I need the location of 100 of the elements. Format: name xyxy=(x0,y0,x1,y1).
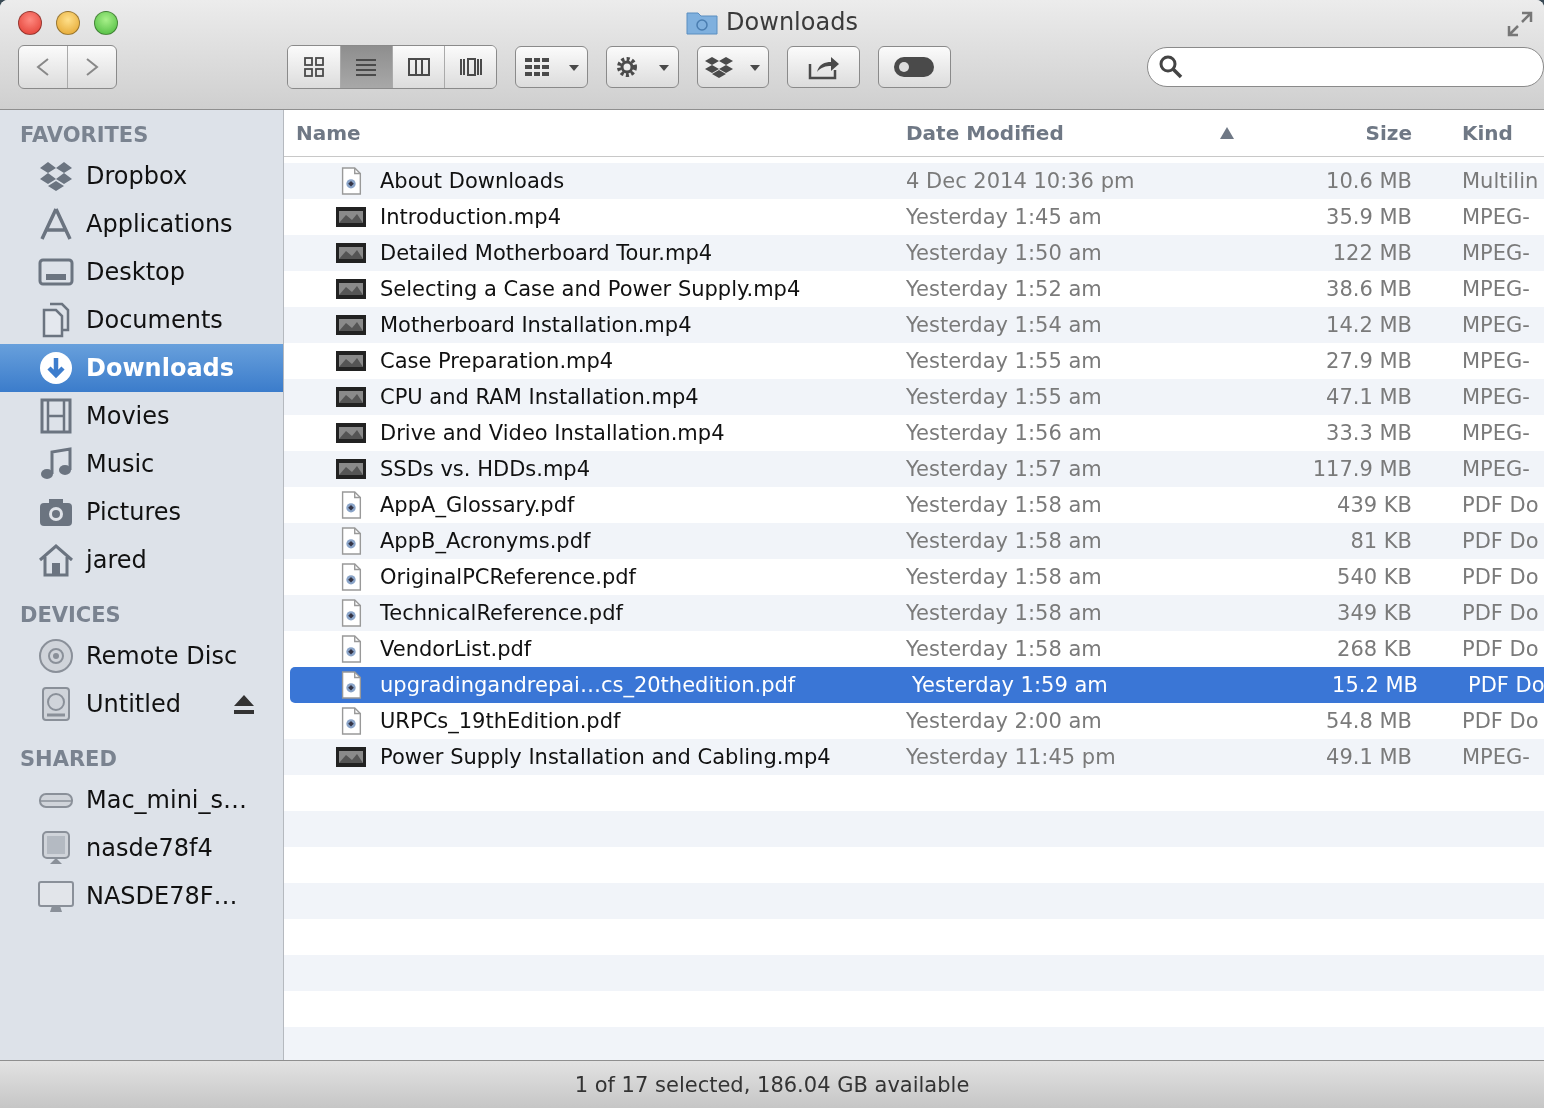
sidebar-item[interactable]: Pictures xyxy=(0,488,283,536)
file-name: AppA_Glossary.pdf xyxy=(380,493,575,517)
size-cell-text: 47.1 MB xyxy=(1325,385,1413,409)
date-cell-text: Yesterday 1:59 am xyxy=(911,673,1109,697)
kind-cell-text: MPEG- xyxy=(1461,349,1531,373)
cover-flow-icon xyxy=(459,56,482,78)
file-row[interactable]: Selecting a Case and Power Supply.mp4 Yesterday 1:52 am 38.6 MB MPEG- xyxy=(284,271,1544,307)
cover-flow-button[interactable] xyxy=(444,46,497,88)
fullscreen-icon[interactable] xyxy=(1506,10,1534,38)
size-cell-text: 117.9 MB xyxy=(1311,457,1413,481)
share-button[interactable] xyxy=(787,46,861,88)
action-button[interactable] xyxy=(605,46,679,88)
date-cell-text: Yesterday 1:45 am xyxy=(905,205,1103,229)
sidebar-heading: SHARED xyxy=(19,746,118,773)
minimize-button[interactable] xyxy=(56,11,80,35)
sidebar-item[interactable]: jared xyxy=(0,536,283,584)
file-name: Introduction.mp4 xyxy=(380,205,561,229)
column-header[interactable]: Size xyxy=(1245,110,1438,156)
file-name: About Downloads xyxy=(380,169,565,193)
file-row[interactable]: Detailed Motherboard Tour.mp4 Yesterday 1:50 am 122 MB MPEG- xyxy=(284,235,1544,271)
file-name: AppB_Acronyms.pdf xyxy=(380,529,591,553)
file-name: Selecting a Case and Power Supply.mp4 xyxy=(380,277,801,301)
sidebar-item[interactable]: Remote Disc xyxy=(0,632,283,680)
file-row[interactable]: Motherboard Installation.mp4 Yesterday 1:54 am 14.2 MB MPEG- xyxy=(284,307,1544,343)
share-icon xyxy=(806,54,841,80)
kind-cell-text: MPEG- xyxy=(1461,385,1531,409)
eject-icon[interactable] xyxy=(233,693,255,715)
sidebar-item[interactable]: Documents xyxy=(0,296,283,344)
sidebar-item[interactable]: Applications xyxy=(0,200,283,248)
date-cell-text: Yesterday 1:58 am xyxy=(905,565,1103,589)
file-name: Motherboard Installation.mp4 xyxy=(380,313,692,337)
sidebar-item[interactable]: Mac_mini_s… xyxy=(0,776,283,824)
file-row[interactable]: About Downloads 4 Dec 2014 10:36 pm 10.6 MB Multilin xyxy=(284,163,1544,199)
kind-cell-text: MPEG- xyxy=(1461,241,1531,265)
kind-cell-text: PDF Do xyxy=(1467,673,1544,697)
list-view-button[interactable] xyxy=(339,46,392,88)
file-row[interactable]: AppB_Acronyms.pdf Yesterday 1:58 am 81 KB PDF Do xyxy=(284,523,1544,559)
sidebar-item[interactable]: nasde78f4 xyxy=(0,824,283,872)
disc-icon xyxy=(38,638,74,674)
kind-cell-text: MPEG- xyxy=(1461,421,1531,445)
search-icon xyxy=(1157,54,1184,80)
file-row[interactable]: Case Preparation.mp4 Yesterday 1:55 am 27.9 MB MPEG- xyxy=(284,343,1544,379)
column-header[interactable]: Kind xyxy=(1438,110,1544,156)
file-name: OriginalPCReference.pdf xyxy=(380,565,636,589)
box-logo-menu-button[interactable] xyxy=(696,46,770,88)
date-cell-text: Yesterday 1:55 am xyxy=(905,385,1103,409)
close-button[interactable] xyxy=(18,11,42,35)
size-cell-text: 81 KB xyxy=(1349,529,1413,553)
kind-cell-text: PDF Do xyxy=(1461,601,1540,625)
date-cell-text: Yesterday 1:55 am xyxy=(905,349,1103,373)
house-icon xyxy=(38,542,74,578)
kind-cell-text: PDF Do xyxy=(1461,493,1540,517)
list-icon xyxy=(355,56,378,78)
file-row[interactable]: Drive and Video Installation.mp4 Yesterday 1:56 am 33.3 MB MPEG- xyxy=(284,415,1544,451)
file-row[interactable]: AppA_Glossary.pdf Yesterday 1:58 am 439 KB PDF Do xyxy=(284,487,1544,523)
file-row[interactable]: SSDs vs. HDDs.mp4 Yesterday 1:57 am 117.9 MB MPEG- xyxy=(284,451,1544,487)
pencil-compass-icon xyxy=(38,206,74,242)
sidebar-item[interactable]: Desktop xyxy=(0,248,283,296)
date-cell-text: Yesterday 1:57 am xyxy=(905,457,1103,481)
file-row[interactable]: Power Supply Installation and Cabling.mp4 Yesterday 11:45 pm 49.1 MB MPEG- xyxy=(284,739,1544,775)
file-row[interactable]: Introduction.mp4 Yesterday 1:45 am 35.9 MB MPEG- xyxy=(284,199,1544,235)
sidebar-item[interactable]: NASDE78F… xyxy=(0,872,283,920)
columns-icon xyxy=(407,56,430,78)
icon-view-button[interactable] xyxy=(287,46,340,88)
date-cell-text: Yesterday 1:58 am xyxy=(905,529,1103,553)
size-cell-text: 349 KB xyxy=(1336,601,1413,625)
file-row[interactable]: TechnicalReference.pdf Yesterday 1:58 am 349 KB PDF Do xyxy=(284,595,1544,631)
download-icon xyxy=(38,350,74,386)
column-header[interactable]: Name xyxy=(284,110,884,156)
column-header[interactable]: Date Modified xyxy=(884,110,1245,156)
sidebar-item[interactable]: Music xyxy=(0,440,283,488)
arrange-button[interactable] xyxy=(515,46,588,88)
sidebar-item[interactable]: Movies xyxy=(0,392,283,440)
kind-cell-text: MPEG- xyxy=(1461,745,1531,769)
column-view-button[interactable] xyxy=(391,46,445,88)
kind-cell-text: PDF Do xyxy=(1461,637,1540,661)
film-strip-icon xyxy=(38,398,74,434)
kind-cell-text: PDF Do xyxy=(1461,709,1540,733)
file-row[interactable]: VendorList.pdf Yesterday 1:58 am 268 KB PDF Do xyxy=(284,631,1544,667)
file-row[interactable]: CPU and RAM Installation.mp4 Yesterday 1:55 am 47.1 MB MPEG- xyxy=(284,379,1544,415)
search-field[interactable] xyxy=(1146,47,1544,87)
file-row[interactable]: URPCs_19thEdition.pdf Yesterday 2:00 am 54.8 MB PDF Do xyxy=(284,703,1544,739)
date-cell-text: Yesterday 1:52 am xyxy=(905,277,1103,301)
grid-icon xyxy=(302,56,325,78)
file-row[interactable]: OriginalPCReference.pdf Yesterday 1:58 am 540 KB PDF Do xyxy=(284,559,1544,595)
sidebar-item[interactable]: Untitled xyxy=(0,680,283,728)
file-name: VendorList.pdf xyxy=(380,637,532,661)
view-mode-control[interactable] xyxy=(286,45,498,89)
kind-cell-text: MPEG- xyxy=(1461,277,1531,301)
file-name: SSDs vs. HDDs.mp4 xyxy=(380,457,591,481)
toolbar-toggle-button[interactable] xyxy=(878,46,951,88)
sidebar-heading: DEVICES xyxy=(19,602,122,629)
date-cell-text: 4 Dec 2014 10:36 pm xyxy=(905,169,1136,193)
file-row[interactable]: upgradingandrepai…cs_20thedition.pdf Yesterday 1:59 am 15.2 MB PDF Do xyxy=(290,667,1544,703)
sidebar-item[interactable]: Dropbox xyxy=(0,152,283,200)
size-cell-text: 15.2 MB xyxy=(1331,673,1419,697)
zoom-button[interactable] xyxy=(94,11,118,35)
file-name: upgradingandrepai…cs_20thedition.pdf xyxy=(380,673,796,697)
file-name: Power Supply Installation and Cabling.mp4 xyxy=(380,745,831,769)
date-cell-text: Yesterday 1:58 am xyxy=(905,637,1103,661)
